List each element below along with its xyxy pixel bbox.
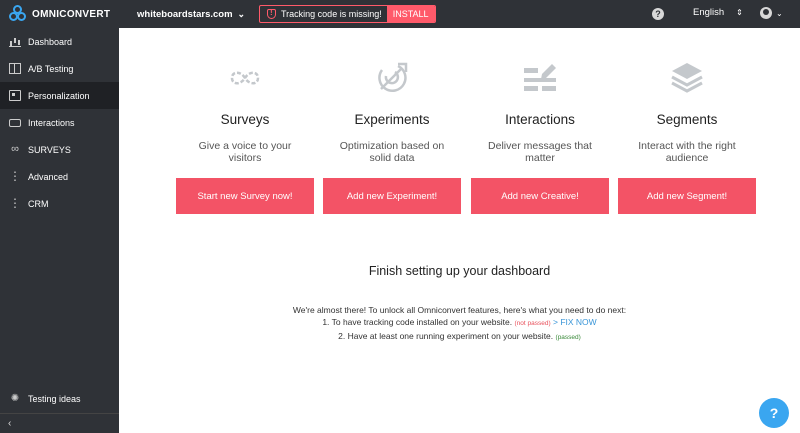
card-interactions: Interactions Deliver messages that matte… <box>471 58 609 214</box>
install-button[interactable]: INSTALL <box>386 6 435 22</box>
logo[interactable]: OMNICONVERT <box>0 0 119 28</box>
status-not-passed: (not passed) <box>514 320 551 327</box>
sidebar-item-label: Testing ideas <box>28 393 81 404</box>
edit-layout-icon <box>471 58 609 98</box>
shield-warning-icon <box>267 8 276 19</box>
layers-icon <box>618 58 756 98</box>
card-description: Optimization based on solid data <box>339 140 445 162</box>
alert-text: Tracking code is missing! <box>281 9 382 19</box>
card-description: Give a voice to your visitors <box>198 140 292 162</box>
tracking-alert: Tracking code is missing! INSTALL <box>259 5 436 23</box>
card-title: Interactions <box>505 112 575 127</box>
sidebar-item-label: Dashboard <box>28 36 73 47</box>
setup-step-1: 1. To have tracking code installed on yo… <box>119 316 800 330</box>
user-avatar-icon <box>760 7 772 19</box>
sidebar-item-surveys[interactable]: ∞ SURVEYS <box>0 136 119 163</box>
setup-step-2: 2. Have at least one running experiment … <box>119 330 800 344</box>
up-down-arrows-icon: ⇕ <box>736 8 743 17</box>
card-surveys: Surveys Give a voice to your visitors St… <box>176 58 314 214</box>
sidebar-item-dashboard[interactable]: Dashboard <box>0 28 119 55</box>
sidebar-item-ab-testing[interactable]: A/B Testing <box>0 55 119 82</box>
help-chat-button[interactable]: ? <box>759 398 789 428</box>
sidebar-item-label: Personalization <box>28 90 90 101</box>
dots-icon: ⋮ <box>9 169 21 183</box>
collapse-sidebar-button[interactable]: ‹ <box>0 413 119 433</box>
sidebar-item-label: SURVEYS <box>28 144 71 155</box>
sidebar-item-testing-ideas[interactable]: ✺ Testing ideas <box>0 385 119 412</box>
person-icon <box>9 90 21 101</box>
site-selector[interactable]: whiteboardstars.com ⌄ <box>134 4 248 24</box>
feature-cards: Surveys Give a voice to your visitors St… <box>176 58 756 218</box>
sidebar-item-label: Advanced <box>28 171 69 182</box>
user-menu[interactable]: ⌄ <box>760 7 783 19</box>
sidebar-item-crm[interactable]: ⋮ CRM <box>0 190 119 217</box>
sidebar-item-label: Interactions <box>28 117 75 128</box>
sidebar-item-personalization[interactable]: Personalization <box>0 82 119 109</box>
omniconvert-logo-icon <box>9 5 27 23</box>
infinity-icon: ∞ <box>11 143 19 155</box>
step-text: 2. Have at least one running experiment … <box>338 331 554 341</box>
lightbulb-icon: ✺ <box>10 393 20 404</box>
brand-name: OMNICONVERT <box>32 8 111 20</box>
top-bar: OMNICONVERT whiteboardstars.com ⌄ Tracki… <box>0 0 800 28</box>
card-title: Surveys <box>220 112 270 127</box>
bar-chart-icon <box>9 36 21 47</box>
status-passed: (passed) <box>555 334 581 341</box>
chevron-down-icon: ⌄ <box>237 8 245 19</box>
dots-icon: ⋮ <box>9 196 21 210</box>
setup-intro: We're almost there! To unlock all Omnico… <box>292 305 627 315</box>
infinity-icon <box>176 58 314 98</box>
card-segments: Segments Interact with the right audienc… <box>618 58 756 214</box>
sidebar: Dashboard A/B Testing Personalization In… <box>0 28 119 433</box>
site-name: whiteboardstars.com <box>137 8 233 20</box>
chat-icon <box>9 118 21 127</box>
add-new-experiment-button[interactable]: Add new Experiment! <box>323 178 461 214</box>
add-new-segment-button[interactable]: Add new Segment! <box>618 178 756 214</box>
sidebar-item-advanced[interactable]: ⋮ Advanced <box>0 163 119 190</box>
sidebar-item-label: CRM <box>28 198 49 209</box>
card-title: Segments <box>656 112 718 127</box>
language-selector[interactable]: English ⇕ <box>693 7 743 18</box>
start-new-survey-button[interactable]: Start new Survey now! <box>176 178 314 214</box>
add-new-creative-button[interactable]: Add new Creative! <box>471 178 609 214</box>
step-text: 1. To have tracking code installed on yo… <box>322 317 513 327</box>
setup-title: Finish setting up your dashboard <box>368 264 551 278</box>
card-description: Interact with the right audience <box>638 140 736 162</box>
sidebar-item-interactions[interactable]: Interactions <box>0 109 119 136</box>
card-description: Deliver messages that matter <box>488 140 592 162</box>
language-label: English <box>693 7 725 18</box>
alert-message: Tracking code is missing! <box>260 6 387 22</box>
help-icon[interactable]: ? <box>652 8 664 20</box>
split-icon <box>9 63 21 74</box>
sidebar-item-label: A/B Testing <box>28 63 74 74</box>
target-icon <box>323 58 461 98</box>
setup-checklist: We're almost there! To unlock all Omnico… <box>119 304 800 344</box>
card-title: Experiments <box>354 112 430 127</box>
card-experiments: Experiments Optimization based on solid … <box>323 58 461 214</box>
fix-now-link[interactable]: > FIX NOW <box>553 317 597 327</box>
chevron-down-icon: ⌄ <box>776 8 783 18</box>
